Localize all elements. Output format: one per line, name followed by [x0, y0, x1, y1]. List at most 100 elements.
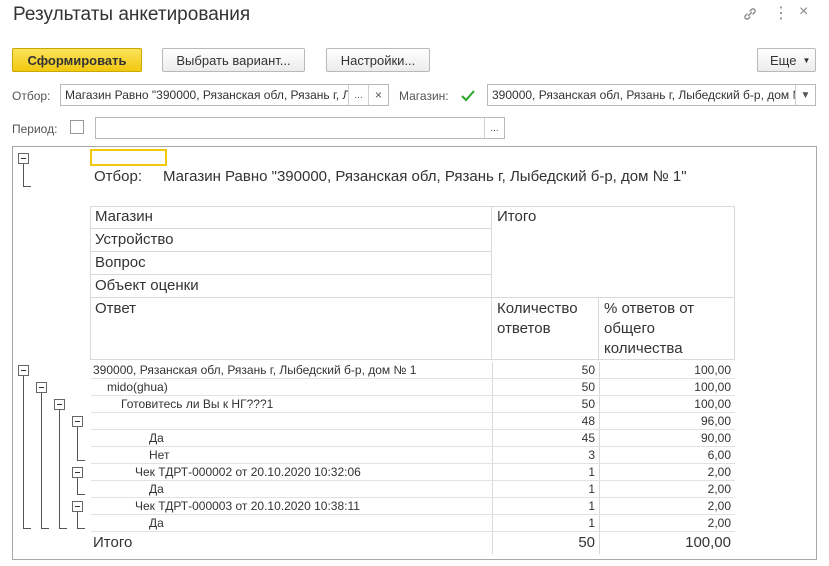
row-count: 3: [493, 447, 600, 463]
table-row[interactable]: mido(ghua) 50 100,00: [91, 379, 735, 396]
tree-line: [59, 410, 60, 529]
row-percent: 2,00: [707, 482, 731, 496]
table-row[interactable]: Нет 3 6,00: [91, 447, 735, 464]
row-count: 1: [493, 481, 600, 497]
checkmark-icon: [461, 90, 475, 102]
table-row[interactable]: Да 1 2,00: [91, 481, 735, 498]
tree-line: [77, 427, 78, 461]
collapse-icon[interactable]: [18, 153, 29, 164]
tree-line: [77, 478, 78, 495]
row-count: 50: [493, 396, 600, 412]
window-title: Результаты анкетирования: [13, 4, 251, 25]
row-count: 1: [493, 498, 600, 514]
table-row[interactable]: 48 96,00: [91, 413, 735, 430]
table-row[interactable]: Да 45 90,00: [91, 430, 735, 447]
more-button[interactable]: Еще ▼: [757, 48, 816, 72]
filter-field[interactable]: Магазин Равно "390000, Рязанская обл, Ря…: [60, 84, 389, 106]
row-percent: 100,00: [694, 363, 731, 377]
header-object: Объект оценки: [90, 275, 492, 298]
tree-line: [59, 528, 67, 529]
table-row[interactable]: Чек ТДРТ-000003 от 20.10.2020 10:38:11 1…: [91, 498, 735, 515]
report-area[interactable]: Отбор: Магазин Равно "390000, Рязанская …: [12, 146, 817, 560]
store-field[interactable]: 390000, Рязанская обл, Рязань г, Лыбедск…: [487, 84, 816, 106]
row-percent: 100,00: [694, 397, 731, 411]
store-checkbox[interactable]: [460, 88, 475, 102]
tree-line: [41, 393, 42, 529]
header-total: Итого: [492, 206, 735, 298]
row-count: 1: [493, 515, 600, 531]
row-count: 50: [493, 379, 600, 395]
row-label: Да: [91, 481, 493, 497]
filter-clear-button[interactable]: ×: [368, 85, 388, 105]
row-count: 1: [493, 464, 600, 480]
row-label: mido(ghua): [91, 379, 493, 395]
table-row[interactable]: Готовитесь ли Вы к НГ???1 50 100,00: [91, 396, 735, 413]
header-store: Магазин: [90, 206, 492, 229]
tree-line: [23, 528, 31, 529]
period-select-button[interactable]: ...: [484, 118, 504, 138]
period-field[interactable]: ...: [95, 117, 505, 139]
filter-value: Магазин Равно "390000, Рязанская обл, Ря…: [65, 88, 348, 102]
collapse-icon[interactable]: [36, 382, 47, 393]
generate-button[interactable]: Сформировать: [12, 48, 142, 72]
store-label: Магазин:: [399, 89, 449, 103]
report-filter-text: Магазин Равно "390000, Рязанская обл, Ря…: [163, 168, 687, 185]
select-variant-button[interactable]: Выбрать вариант...: [162, 48, 305, 72]
total-row: Итого 50 100,00: [91, 532, 735, 554]
store-value: 390000, Рязанская обл, Рязань г, Лыбедск…: [492, 88, 795, 102]
header-count: Количество ответов: [492, 298, 599, 360]
tree-line: [41, 528, 49, 529]
header-answer: Ответ: [90, 298, 492, 360]
row-label: Нет: [91, 447, 493, 463]
row-percent: 90,00: [700, 431, 731, 445]
period-label: Период:: [12, 122, 58, 136]
selected-cell[interactable]: [90, 149, 167, 166]
total-percent: 100,00: [685, 534, 731, 551]
header-device: Устройство: [90, 229, 492, 252]
table-row[interactable]: 390000, Рязанская обл, Рязань г, Лыбедск…: [91, 362, 735, 379]
row-percent: 96,00: [700, 414, 731, 428]
header-percent: % ответов от общего количества: [599, 298, 735, 360]
collapse-icon[interactable]: [54, 399, 65, 410]
more-label: Еще: [770, 52, 797, 68]
row-percent: 2,00: [707, 499, 731, 513]
row-label: 390000, Рязанская обл, Рязань г, Лыбедск…: [91, 362, 493, 378]
row-label: Да: [91, 515, 493, 531]
tree-line: [77, 460, 85, 461]
row-label: Готовитесь ли Вы к НГ???1: [91, 396, 493, 412]
more-vertical-icon[interactable]: ⋮: [773, 3, 789, 23]
row-label: Да: [91, 430, 493, 446]
collapse-icon[interactable]: [72, 416, 83, 427]
tree-line: [23, 376, 24, 529]
row-count: 50: [493, 362, 600, 378]
settings-button[interactable]: Настройки...: [326, 48, 430, 72]
total-label: Итого: [91, 532, 493, 554]
period-checkbox[interactable]: [70, 120, 84, 134]
total-count: 50: [493, 532, 600, 554]
table-row[interactable]: Да 1 2,00: [91, 515, 735, 532]
filter-label: Отбор:: [12, 89, 51, 103]
row-label: Чек ТДРТ-000003 от 20.10.2020 10:38:11: [91, 498, 493, 514]
collapse-icon[interactable]: [72, 467, 83, 478]
row-percent: 2,00: [707, 465, 731, 479]
row-label: Чек ТДРТ-000002 от 20.10.2020 10:32:06: [91, 464, 493, 480]
collapse-icon[interactable]: [72, 501, 83, 512]
table-row[interactable]: Чек ТДРТ-000002 от 20.10.2020 10:32:06 1…: [91, 464, 735, 481]
row-count: 45: [493, 430, 600, 446]
link-icon[interactable]: [742, 6, 758, 25]
close-icon[interactable]: ×: [799, 3, 808, 21]
row-percent: 2,00: [707, 516, 731, 530]
tree-line: [23, 186, 31, 187]
tree-line: [23, 164, 24, 187]
chevron-down-icon: ▼: [802, 55, 811, 65]
header-question: Вопрос: [90, 252, 492, 275]
row-count: 48: [493, 413, 600, 429]
chevron-down-icon[interactable]: ▼: [795, 85, 815, 105]
filter-select-button[interactable]: ...: [348, 85, 368, 105]
row-label: [91, 413, 493, 429]
tree-line: [77, 528, 85, 529]
collapse-icon[interactable]: [18, 365, 29, 376]
tree-line: [77, 512, 78, 529]
report-filter-caption: Отбор:: [94, 168, 142, 185]
tree-line: [77, 494, 85, 495]
